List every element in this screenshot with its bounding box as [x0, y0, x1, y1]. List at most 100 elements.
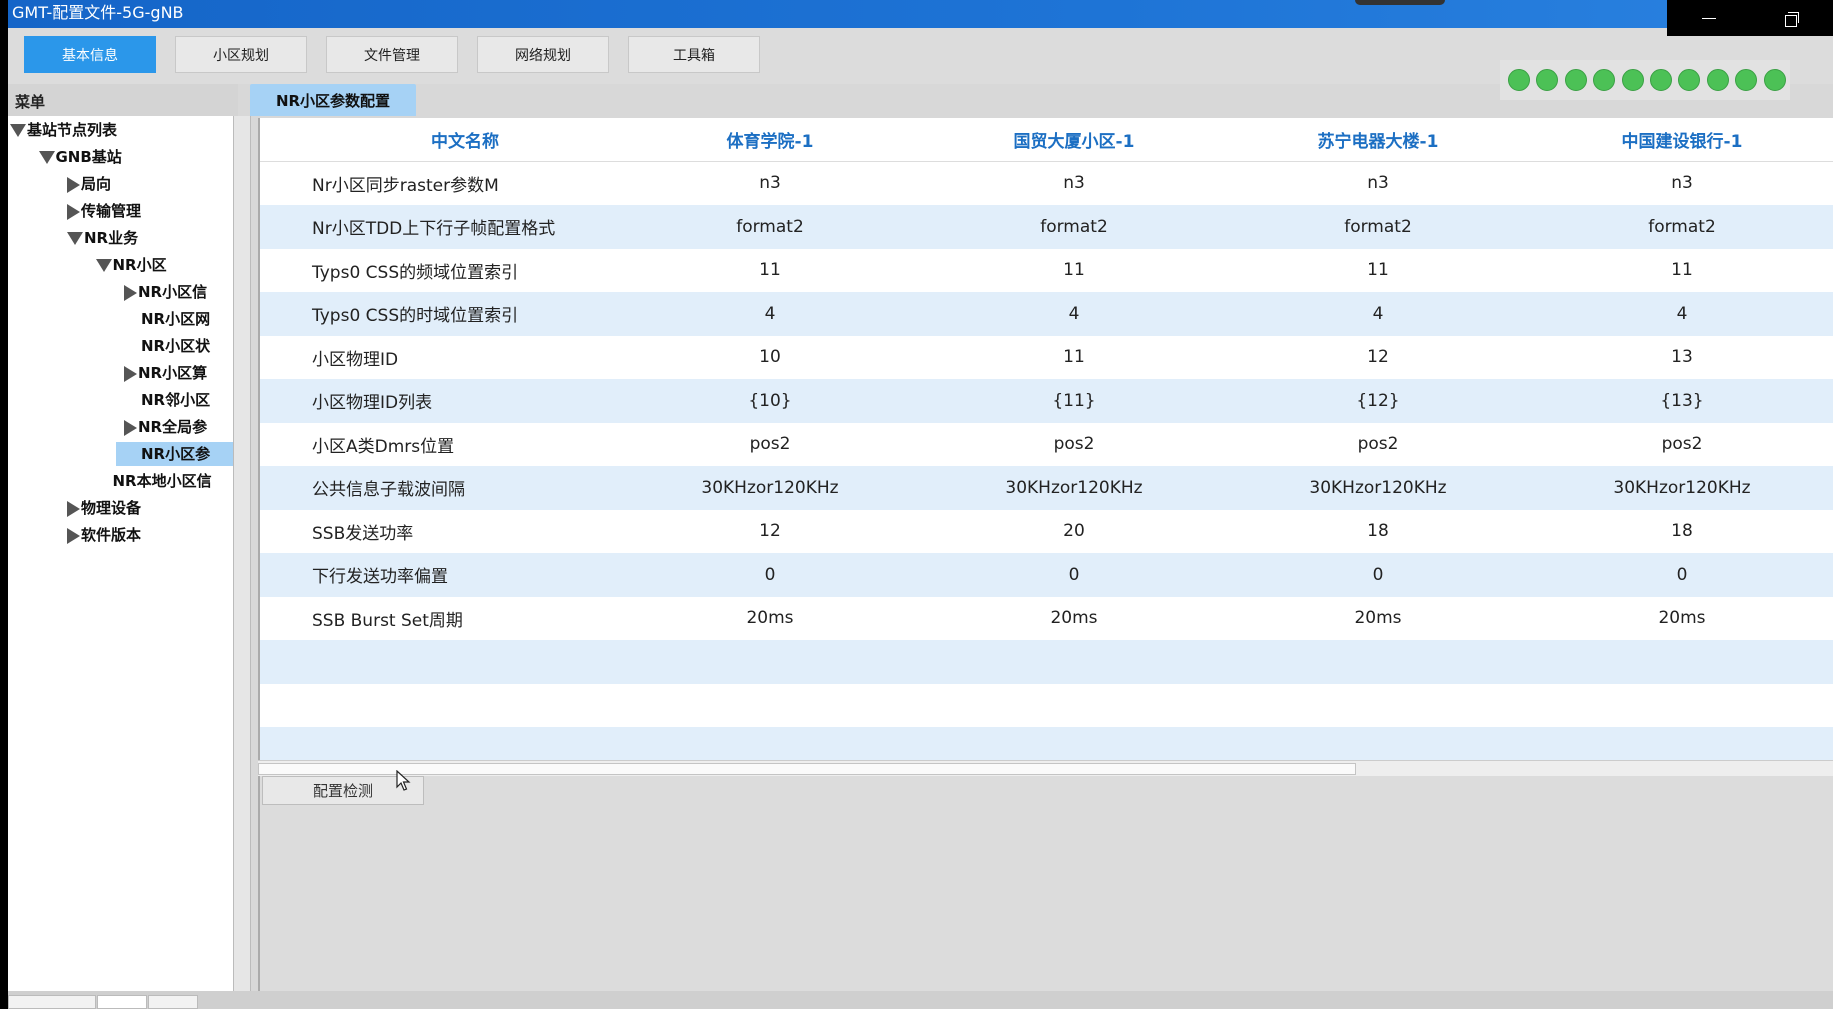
param-value-cell[interactable]: 18: [1258, 510, 1498, 554]
expand-right-icon[interactable]: [67, 500, 80, 517]
column-header[interactable]: 中文名称: [260, 118, 670, 161]
tab-nr-cell-params[interactable]: NR小区参数配置: [250, 84, 416, 116]
tree-item[interactable]: NR小区网: [124, 307, 233, 331]
tree-item[interactable]: NR邻小区: [124, 388, 233, 412]
column-header[interactable]: 中国建设银行-1: [1562, 118, 1802, 161]
param-value-cell[interactable]: 0: [954, 553, 1194, 597]
param-value-cell[interactable]: {11}: [954, 379, 1194, 423]
tree-item[interactable]: NR小区: [95, 253, 234, 277]
param-value-cell[interactable]: pos2: [1562, 423, 1802, 467]
param-value-cell[interactable]: 4: [1258, 292, 1498, 336]
param-value-cell[interactable]: {13}: [1562, 379, 1802, 423]
param-value-cell[interactable]: 13: [1562, 336, 1802, 380]
tree-item[interactable]: 软件版本: [67, 523, 233, 547]
tree-item[interactable]: NR小区算: [124, 361, 233, 385]
tree-item[interactable]: NR小区参: [116, 442, 233, 466]
tree-item[interactable]: NR小区状: [124, 334, 233, 358]
tab-toolbox[interactable]: 工具箱: [628, 36, 760, 73]
minimize-icon: [1701, 17, 1716, 19]
param-value-cell[interactable]: format2: [650, 205, 890, 249]
param-value-cell[interactable]: pos2: [954, 423, 1194, 467]
param-value-cell[interactable]: 4: [1562, 292, 1802, 336]
expand-right-icon[interactable]: [124, 419, 137, 436]
param-value-cell[interactable]: 10: [650, 336, 890, 380]
tree-item[interactable]: 基站节点列表: [10, 118, 233, 142]
tree-item[interactable]: GNB基站: [38, 145, 234, 169]
param-value-cell[interactable]: n3: [650, 162, 890, 206]
tree-item[interactable]: NR业务: [67, 226, 233, 250]
param-value-cell[interactable]: 11: [1258, 249, 1498, 293]
param-value-cell[interactable]: 30KHzor120KHz: [1562, 466, 1802, 510]
param-value-cell[interactable]: {10}: [650, 379, 890, 423]
minimize-button[interactable]: [1667, 0, 1750, 36]
tree-item-label: NR本地小区信: [112, 472, 212, 490]
param-value-cell[interactable]: 20ms: [954, 597, 1194, 641]
scrollbar-thumb[interactable]: [258, 763, 1356, 775]
bottom-tab-1[interactable]: [8, 995, 96, 1009]
param-value-cell[interactable]: n3: [1258, 162, 1498, 206]
param-value-cell[interactable]: 11: [954, 336, 1194, 380]
window-controls: [1667, 0, 1833, 36]
param-value-cell[interactable]: {12}: [1258, 379, 1498, 423]
param-value-cell[interactable]: n3: [1562, 162, 1802, 206]
param-value-cell[interactable]: 18: [1562, 510, 1802, 554]
bottom-tab-3[interactable]: [148, 995, 198, 1009]
expand-down-icon[interactable]: [38, 151, 55, 164]
expand-down-icon[interactable]: [95, 259, 112, 272]
expand-right-icon[interactable]: [67, 203, 80, 220]
tree-item-label: NR邻小区: [141, 391, 211, 409]
param-value-cell[interactable]: 20ms: [650, 597, 890, 641]
param-value-cell[interactable]: 0: [650, 553, 890, 597]
drag-handle[interactable]: [1355, 0, 1445, 5]
tree-item[interactable]: NR小区信: [124, 280, 233, 304]
param-value-cell[interactable]: n3: [954, 162, 1194, 206]
param-value-cell[interactable]: 12: [650, 510, 890, 554]
tab-network-planning[interactable]: 网络规划: [477, 36, 609, 73]
param-value-cell[interactable]: format2: [1562, 205, 1802, 249]
tree-item[interactable]: 物理设备: [67, 496, 233, 520]
expand-right-icon[interactable]: [124, 284, 137, 301]
tree-item[interactable]: NR全局参: [124, 415, 233, 439]
tree-item-label: 基站节点列表: [27, 121, 118, 139]
param-value-cell[interactable]: 0: [1562, 553, 1802, 597]
expand-down-icon[interactable]: [67, 232, 83, 245]
param-value-cell[interactable]: 4: [650, 292, 890, 336]
sidebar-scrollbar[interactable]: [233, 116, 251, 991]
param-value-cell[interactable]: format2: [1258, 205, 1498, 249]
param-value-cell[interactable]: 20ms: [1562, 597, 1802, 641]
tab-cell-planning[interactable]: 小区规划: [175, 36, 307, 73]
param-value-cell[interactable]: 30KHzor120KHz: [954, 466, 1194, 510]
param-value-cell[interactable]: 12: [1258, 336, 1498, 380]
tree-item[interactable]: NR本地小区信: [96, 469, 234, 493]
param-value-cell[interactable]: 4: [954, 292, 1194, 336]
expand-down-icon[interactable]: [10, 124, 26, 137]
param-value-cell[interactable]: 11: [650, 249, 890, 293]
param-value-cell[interactable]: 30KHzor120KHz: [1258, 466, 1498, 510]
param-name-cell: 小区A类Dmrs位置: [312, 436, 455, 457]
param-value-cell[interactable]: 11: [954, 249, 1194, 293]
param-value-cell[interactable]: 11: [1562, 249, 1802, 293]
tree-item[interactable]: 局向: [67, 172, 233, 196]
restore-button[interactable]: [1750, 0, 1833, 36]
param-value-cell[interactable]: 0: [1258, 553, 1498, 597]
sidebar-header: 菜单: [8, 84, 238, 116]
expand-right-icon[interactable]: [67, 527, 80, 544]
tab-file-management[interactable]: 文件管理: [326, 36, 458, 73]
param-value-cell[interactable]: pos2: [650, 423, 890, 467]
expand-right-icon[interactable]: [67, 176, 80, 193]
param-name-cell: Typs0 CSS的频域位置索引: [312, 262, 519, 283]
horizontal-scrollbar[interactable]: [258, 760, 1833, 776]
param-value-cell[interactable]: 30KHzor120KHz: [650, 466, 890, 510]
column-header[interactable]: 国贸大厦小区-1: [954, 118, 1194, 161]
param-value-cell[interactable]: format2: [954, 205, 1194, 249]
bottom-tab-2[interactable]: [97, 995, 147, 1009]
tree-item[interactable]: 传输管理: [67, 199, 233, 223]
param-value-cell[interactable]: pos2: [1258, 423, 1498, 467]
tree-item-label: 传输管理: [81, 202, 142, 220]
column-header[interactable]: 体育学院-1: [650, 118, 890, 161]
param-value-cell[interactable]: 20: [954, 510, 1194, 554]
column-header[interactable]: 苏宁电器大楼-1: [1258, 118, 1498, 161]
param-value-cell[interactable]: 20ms: [1258, 597, 1498, 641]
expand-right-icon[interactable]: [124, 365, 137, 382]
tab-basic-info[interactable]: 基本信息: [24, 36, 156, 73]
